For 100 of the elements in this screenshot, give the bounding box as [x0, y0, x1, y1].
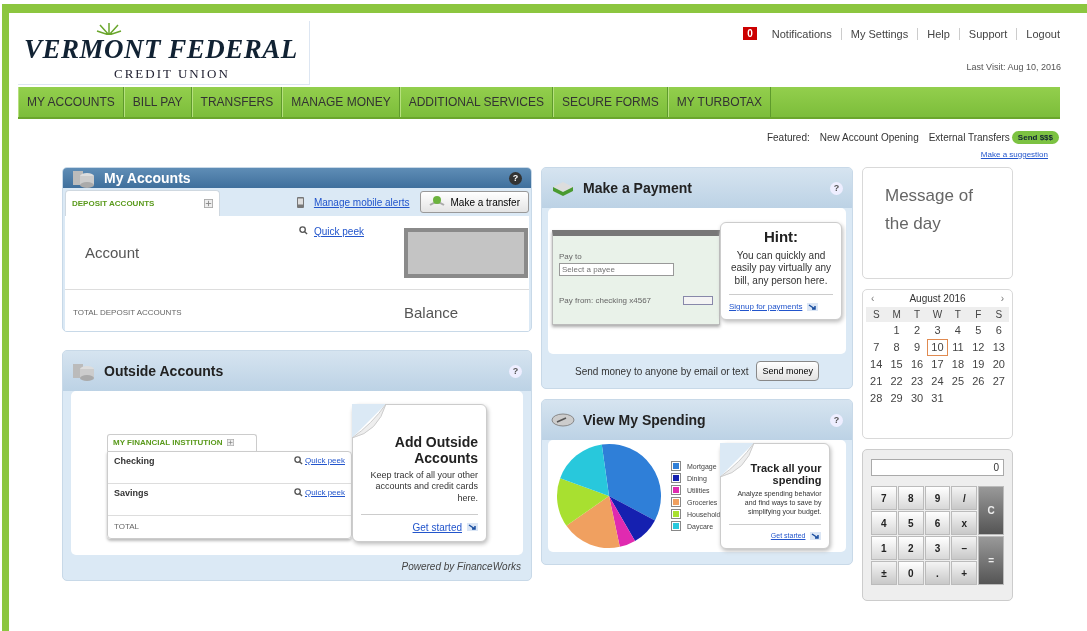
- calendar-day[interactable]: 15: [886, 356, 907, 373]
- calculator-key[interactable]: /: [951, 486, 978, 510]
- calculator-key[interactable]: C: [978, 486, 1004, 535]
- nav-tab[interactable]: SECURE FORMS: [553, 87, 668, 117]
- header-link[interactable]: Logout: [1016, 27, 1069, 40]
- calendar-day[interactable]: 11: [947, 339, 969, 356]
- calculator-key[interactable]: –: [951, 536, 978, 560]
- help-icon[interactable]: ?: [830, 181, 843, 195]
- logo[interactable]: VERMONT FEDERAL CREDIT UNION: [18, 21, 310, 85]
- nav-tab[interactable]: MANAGE MONEY: [282, 87, 400, 117]
- calculator-key[interactable]: x: [951, 511, 978, 535]
- calendar-day[interactable]: 20: [988, 356, 1009, 373]
- calendar-day[interactable]: 31: [927, 390, 948, 407]
- calendar-day[interactable]: 13: [988, 339, 1009, 356]
- featured-link[interactable]: New Account Opening: [819, 132, 919, 143]
- calendar-day[interactable]: 4: [947, 322, 969, 339]
- expand-icon[interactable]: [227, 439, 235, 446]
- calendar-day[interactable]: 5: [968, 322, 989, 339]
- calendar-day[interactable]: 8: [886, 339, 907, 356]
- calculator-key[interactable]: 7: [871, 486, 897, 510]
- powered-by-text: Powered by FinanceWorks: [400, 560, 522, 574]
- send-money-badge[interactable]: Send $$$: [1011, 131, 1059, 144]
- header-link[interactable]: Support: [958, 27, 1017, 40]
- calendar-day[interactable]: 25: [947, 373, 969, 390]
- calendar-day[interactable]: 21: [866, 373, 887, 390]
- notifications-link[interactable]: Notifications: [762, 27, 841, 40]
- calendar-day[interactable]: 23: [906, 373, 928, 390]
- schedule-button[interactable]: [683, 296, 713, 305]
- calculator-key[interactable]: 1: [871, 536, 897, 560]
- header-link[interactable]: My Settings: [840, 27, 918, 40]
- weekday-label: S: [866, 307, 887, 322]
- calendar-day[interactable]: 29: [886, 390, 907, 407]
- help-icon[interactable]: ?: [509, 171, 522, 185]
- calculator-key[interactable]: 0: [897, 561, 924, 585]
- deposit-accounts-tab[interactable]: DEPOSIT ACCOUNTS: [65, 190, 220, 216]
- weekday-label: S: [988, 307, 1009, 322]
- help-icon[interactable]: ?: [509, 364, 522, 378]
- featured-link[interactable]: External Transfers: [928, 132, 1010, 143]
- weekday-label: F: [968, 307, 989, 322]
- calendar-day[interactable]: 14: [866, 356, 887, 373]
- calculator-key[interactable]: +: [951, 561, 978, 585]
- weekday-label: M: [886, 307, 907, 322]
- get-started-link[interactable]: Get started: [412, 521, 462, 533]
- calculator-key[interactable]: 9: [924, 486, 951, 510]
- send-money-button[interactable]: Send money: [756, 361, 819, 381]
- calendar-day[interactable]: 3: [927, 322, 948, 339]
- calendar-day[interactable]: 16: [906, 356, 928, 373]
- header-link[interactable]: Help: [917, 27, 959, 40]
- mobile-alerts-link[interactable]: Manage mobile alerts: [313, 196, 410, 208]
- calendar-day[interactable]: 28: [866, 390, 887, 407]
- calculator-key[interactable]: 3: [924, 536, 951, 560]
- next-month-button[interactable]: ›: [1000, 293, 1004, 304]
- callout-title: Track all your spending: [749, 462, 822, 487]
- calculator-key[interactable]: .: [924, 561, 951, 585]
- calendar-day[interactable]: 1: [886, 322, 907, 339]
- coins-icon: [72, 168, 96, 188]
- calendar-day[interactable]: 7: [866, 339, 887, 356]
- calendar-day[interactable]: 19: [968, 356, 989, 373]
- calendar-day[interactable]: 10: [927, 339, 948, 356]
- calendar-day[interactable]: 27: [988, 373, 1009, 390]
- send-money-text: Send money to anyone by email or text: [575, 365, 749, 377]
- featured-label: Featured:: [766, 132, 810, 143]
- quick-peek-link[interactable]: Quick peek: [304, 455, 345, 465]
- pay-to-label: Pay to: [559, 252, 583, 261]
- payee-field[interactable]: Select a payee: [559, 263, 674, 276]
- suggestion-link[interactable]: Make a suggestion: [980, 150, 1048, 159]
- calculator-key[interactable]: =: [978, 536, 1004, 585]
- calculator-key[interactable]: ±: [871, 561, 897, 585]
- help-icon[interactable]: ?: [830, 413, 843, 427]
- prev-month-button[interactable]: ‹: [871, 293, 875, 304]
- calendar-day[interactable]: 9: [906, 339, 928, 356]
- calendar-day[interactable]: 26: [968, 373, 989, 390]
- calculator-key[interactable]: 5: [897, 511, 924, 535]
- calculator-key[interactable]: 6: [924, 511, 951, 535]
- calendar-day[interactable]: 18: [947, 356, 969, 373]
- signup-link[interactable]: Signup for payments: [729, 302, 803, 311]
- quick-peek-link[interactable]: Quick peek: [313, 226, 364, 237]
- sun-icon: [96, 22, 122, 35]
- calendar-day[interactable]: 2: [906, 322, 928, 339]
- account-label: Account: [85, 244, 140, 261]
- calendar-day[interactable]: 30: [906, 390, 928, 407]
- calendar-day[interactable]: 17: [927, 356, 948, 373]
- nav-tab[interactable]: MY ACCOUNTS: [18, 87, 124, 117]
- calculator-key[interactable]: 4: [871, 511, 897, 535]
- quick-peek-link[interactable]: Quick peek: [304, 487, 345, 497]
- calendar-day[interactable]: 6: [988, 322, 1009, 339]
- transfer-button[interactable]: Make a transfer: [419, 191, 529, 213]
- calendar-day[interactable]: 24: [927, 373, 948, 390]
- nav-tab[interactable]: MY TURBOTAX: [667, 87, 772, 117]
- nav-tab[interactable]: ADDITIONAL SERVICES: [399, 87, 554, 117]
- total-label: TOTAL DEPOSIT ACCOUNTS: [73, 308, 182, 317]
- total-label: TOTAL: [114, 522, 140, 531]
- calculator-key[interactable]: 8: [897, 486, 924, 510]
- expand-icon[interactable]: [204, 199, 213, 208]
- institution-tab[interactable]: MY FINANCIAL INSTITUTION: [107, 433, 257, 451]
- calculator-key[interactable]: 2: [897, 536, 924, 560]
- calendar-day[interactable]: 12: [968, 339, 989, 356]
- calendar-day[interactable]: 22: [886, 373, 907, 390]
- nav-tab[interactable]: BILL PAY: [123, 87, 192, 117]
- nav-tab[interactable]: TRANSFERS: [191, 87, 283, 117]
